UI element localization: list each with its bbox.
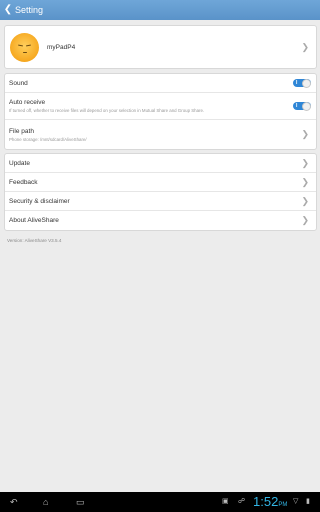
chevron-right-icon: ❯ xyxy=(301,176,309,187)
version-text: Version: AliveShare V3.5.4 xyxy=(7,238,62,243)
home-icon[interactable]: ⌂ xyxy=(43,497,48,507)
auto-receive-toggle[interactable]: I xyxy=(293,101,311,111)
title-bar: ❮ Setting xyxy=(0,0,320,20)
clock-ampm: PM xyxy=(278,502,288,508)
toggle-on-text: I xyxy=(296,103,298,109)
menu-item-label: Feedback xyxy=(9,178,38,186)
auto-receive-row: Auto receive If turned off, whether to r… xyxy=(5,93,316,120)
chevron-left-icon[interactable]: ❮ xyxy=(2,0,14,20)
profile-card: myPadP4 ❯ xyxy=(4,25,317,69)
auto-receive-description: If turned off, whether to receive files … xyxy=(9,108,205,113)
page-title: Setting xyxy=(15,5,44,15)
device-name: myPadP4 xyxy=(47,43,76,51)
chevron-right-icon: ❯ xyxy=(301,215,309,225)
settings-card: Sound I Auto receive If turned off, whet… xyxy=(4,73,317,150)
menu-card: Update ❯ Feedback ❯ Security & disclaime… xyxy=(4,153,317,231)
file-path-label: File path xyxy=(9,127,34,135)
battery-icon: ▮ xyxy=(306,498,310,505)
file-path-value: Phone storage: /mnt/sdcard/AliveShare/ xyxy=(9,136,87,142)
chevron-right-icon: ❯ xyxy=(301,157,309,168)
system-nav-bar: ↶ ⌂ ▭ ▣ ☍ 1:52PM ▽ ▮ xyxy=(0,492,320,512)
auto-receive-label: Auto receive xyxy=(9,99,46,106)
wifi-icon: ▽ xyxy=(293,498,299,505)
menu-item-label: About AliveShare xyxy=(9,217,59,224)
sound-toggle[interactable]: I xyxy=(293,78,311,88)
file-path-row[interactable]: File path Phone storage: /mnt/sdcard/Ali… xyxy=(5,120,316,149)
menu-item-label: Security & disclaimer xyxy=(9,197,70,205)
back-icon[interactable]: ↶ xyxy=(10,497,18,507)
sound-label: Sound xyxy=(9,79,28,87)
menu-item-label: Update xyxy=(9,159,30,167)
usb-notification-icon[interactable]: ☍ xyxy=(238,497,245,507)
gallery-notification-icon[interactable]: ▣ xyxy=(222,497,229,507)
recent-apps-icon[interactable]: ▭ xyxy=(76,497,85,507)
clock: 1:52PM xyxy=(253,494,288,509)
profile-row[interactable]: myPadP4 ❯ xyxy=(5,26,316,68)
chevron-right-icon: ❯ xyxy=(301,129,309,139)
avatar xyxy=(10,32,39,62)
menu-item-update[interactable]: Update ❯ xyxy=(5,154,316,173)
chevron-right-icon: ❯ xyxy=(301,195,309,206)
chevron-right-icon: ❯ xyxy=(301,41,309,52)
toggle-on-text: I xyxy=(296,80,298,86)
menu-item-feedback[interactable]: Feedback ❯ xyxy=(5,173,316,192)
sound-row: Sound I xyxy=(5,74,316,93)
menu-item-security[interactable]: Security & disclaimer ❯ xyxy=(5,192,316,211)
menu-item-about[interactable]: About AliveShare ❯ xyxy=(5,211,316,230)
